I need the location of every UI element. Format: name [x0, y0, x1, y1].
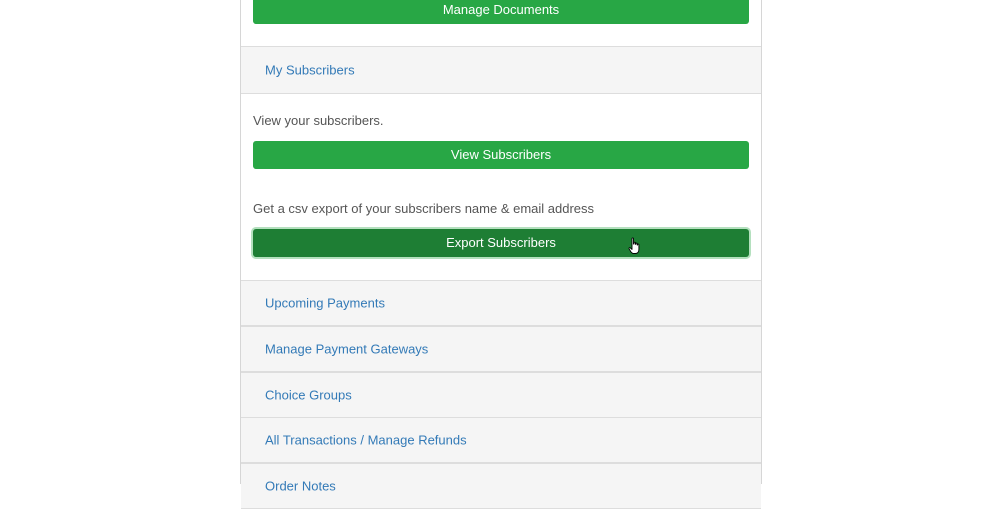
view-subscribers-button[interactable]: View Subscribers: [253, 141, 749, 169]
view-subscribers-description: View your subscribers.: [253, 113, 384, 128]
all-transactions-link[interactable]: All Transactions / Manage Refunds: [265, 433, 467, 448]
upcoming-payments-link[interactable]: Upcoming Payments: [265, 296, 385, 311]
all-transactions-heading: All Transactions / Manage Refunds: [241, 417, 761, 463]
my-subscribers-link[interactable]: My Subscribers: [265, 63, 355, 78]
hand-pointer-icon: [628, 237, 640, 254]
order-notes-heading: Order Notes: [241, 463, 761, 509]
manage-payment-gateways-heading: Manage Payment Gateways: [241, 326, 761, 372]
choice-groups-heading: Choice Groups: [241, 372, 761, 418]
order-notes-link[interactable]: Order Notes: [265, 479, 336, 494]
choice-groups-link[interactable]: Choice Groups: [265, 388, 352, 403]
upcoming-payments-heading: Upcoming Payments: [241, 280, 761, 326]
admin-panel-column: Manage Documents My Subscribers View you…: [240, 0, 762, 509]
manage-payment-gateways-link[interactable]: Manage Payment Gateways: [265, 342, 428, 357]
export-subscribers-description: Get a csv export of your subscribers nam…: [253, 201, 595, 216]
manage-documents-button[interactable]: Manage Documents: [253, 0, 749, 24]
my-subscribers-heading: My Subscribers: [241, 46, 761, 94]
export-subscribers-button[interactable]: Export Subscribers: [253, 229, 749, 257]
